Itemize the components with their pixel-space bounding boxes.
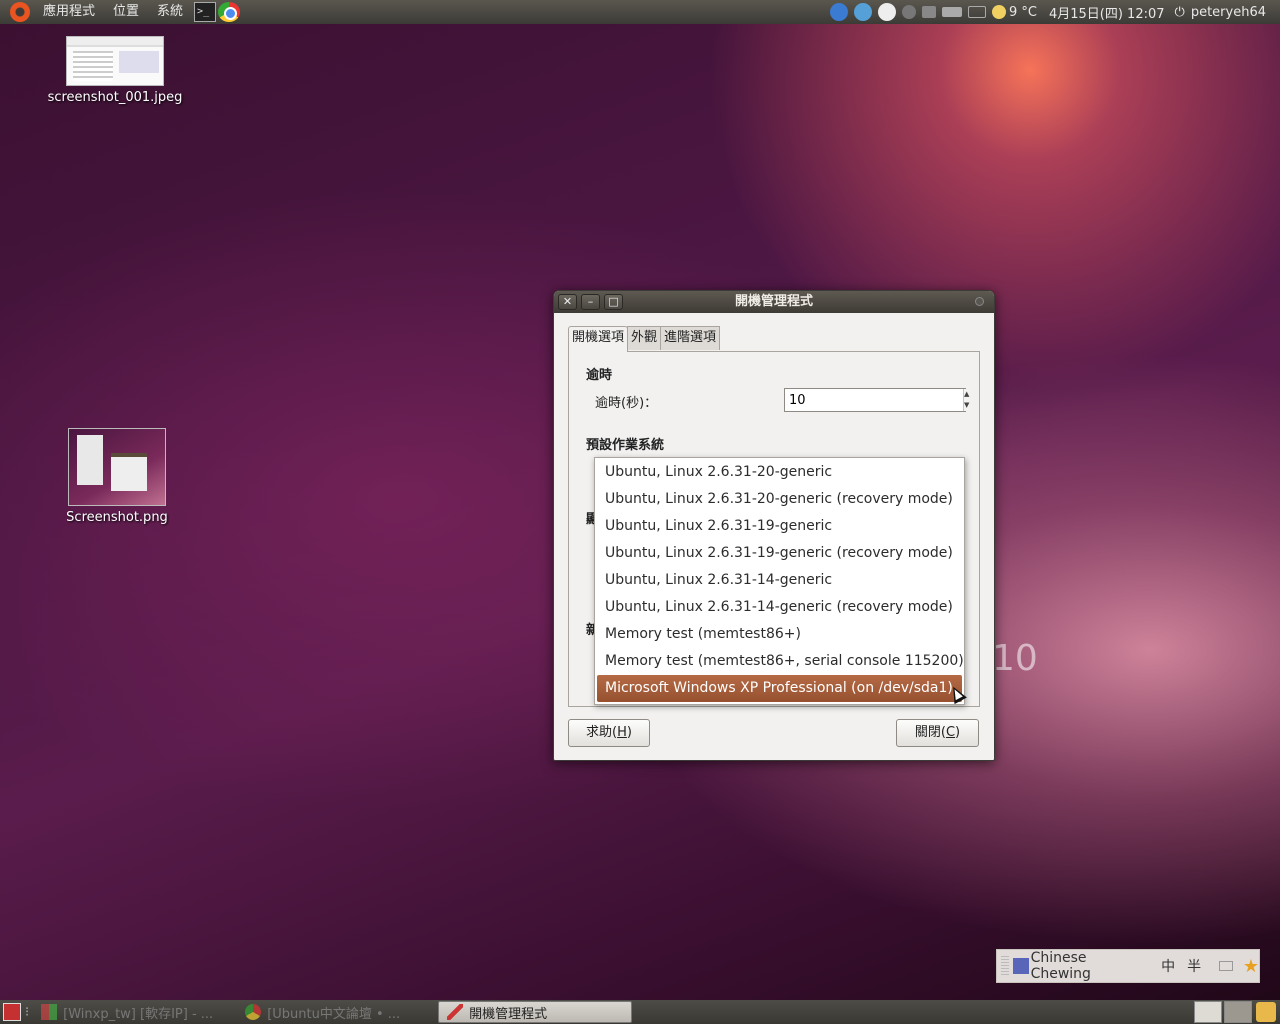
tab-boot-options[interactable]: 開機選項 xyxy=(568,326,629,352)
clock[interactable]: 4月15日(四) 12:07 xyxy=(1043,3,1171,22)
image-thumbnail-icon xyxy=(66,36,164,86)
menu-system[interactable]: 系統 xyxy=(148,0,192,24)
spin-buttons: ▲ ▼ xyxy=(963,389,970,411)
tab-bar: 開機選項 外觀 進階選項 xyxy=(568,326,721,352)
power-icon[interactable] xyxy=(901,5,916,19)
power-user-icon[interactable]: ⏻ xyxy=(1171,5,1185,20)
trash-icon[interactable] xyxy=(1256,1002,1276,1022)
ime-width[interactable]: 半 xyxy=(1187,956,1201,976)
taskbar-item[interactable]: [Winxp_tw] [軟存IP] - ... xyxy=(33,1001,221,1023)
top-panel-left: 應用程式 位置 系統 >_ xyxy=(0,0,241,24)
dropdown-option[interactable]: Memory test (memtest86+, serial console … xyxy=(595,648,964,675)
mail-icon[interactable] xyxy=(967,6,986,18)
menu-applications[interactable]: 應用程式 xyxy=(34,0,104,24)
ubuntu-logo-icon[interactable] xyxy=(10,2,30,22)
help-button[interactable]: 求助(H) xyxy=(568,719,650,747)
terminal-launcher-icon[interactable]: >_ xyxy=(194,2,217,22)
window-menu-icon[interactable] xyxy=(975,297,984,306)
menu-places[interactable]: 位置 xyxy=(104,0,148,24)
tab-appearance[interactable]: 外觀 xyxy=(627,326,662,350)
chrome-launcher-icon[interactable] xyxy=(218,2,241,22)
taskbar-item-label: [Ubuntu中文論壇 • ... xyxy=(267,1006,401,1022)
weather-temperature[interactable]: 9 °C xyxy=(1009,5,1043,20)
image-thumbnail-icon xyxy=(68,428,166,506)
close-button-suffix: ) xyxy=(955,725,961,740)
ime-name[interactable]: Chinese Chewing xyxy=(1031,950,1150,982)
help-button-label: 求助( xyxy=(586,725,618,740)
dropdown-option[interactable]: Ubuntu, Linux 2.6.31-14-generic (recover… xyxy=(595,594,964,621)
tab-advanced[interactable]: 進階選項 xyxy=(660,326,721,350)
clock-applet-icon[interactable] xyxy=(877,3,896,21)
bluetooth-icon[interactable] xyxy=(853,3,872,21)
taskbar-item-label: [Winxp_tw] [軟存IP] - ... xyxy=(63,1006,214,1022)
volume-icon[interactable] xyxy=(921,6,936,18)
help-mnemonic: H xyxy=(617,725,627,740)
close-window-button[interactable]: ✕ xyxy=(558,294,577,310)
dropdown-option[interactable]: Ubuntu, Linux 2.6.31-19-generic xyxy=(595,513,964,540)
timeout-label: 逾時(秒)： xyxy=(595,396,658,411)
top-panel: 應用程式 位置 系統 >_ 9 °C 4月15日(四) 12:07 ⏻ pete… xyxy=(0,0,1280,24)
taskbar-item-active[interactable]: 開機管理程式 xyxy=(438,1001,633,1023)
wallpaper-version-text: 10 xyxy=(992,638,1038,679)
close-button-label: 關閉( xyxy=(914,725,946,740)
default-os-section-heading: 預設作業系統 xyxy=(586,438,665,453)
timeout-spinbutton[interactable]: ▲ ▼ xyxy=(784,388,970,412)
ime-mode[interactable]: 中 xyxy=(1161,956,1175,976)
spin-down-icon[interactable]: ▼ xyxy=(964,400,969,411)
dropdown-option[interactable]: Ubuntu, Linux 2.6.31-14-generic xyxy=(595,567,964,594)
maximize-window-button[interactable]: □ xyxy=(604,294,623,310)
workspace-1[interactable] xyxy=(1194,1001,1222,1023)
desktop-icon-label: screenshot_001.jpeg xyxy=(47,90,183,105)
startup-manager-icon xyxy=(447,1004,464,1020)
bottom-panel: ⁝ [Winxp_tw] [軟存IP] - ... [Ubuntu中文論壇 • … xyxy=(0,1000,1280,1024)
star-icon[interactable]: ★ xyxy=(1243,956,1259,977)
taskbar-item[interactable]: [Ubuntu中文論壇 • ... xyxy=(237,1001,408,1023)
workspace-2[interactable] xyxy=(1224,1001,1252,1023)
dropdown-option[interactable]: Ubuntu, Linux 2.6.31-20-generic xyxy=(595,459,964,486)
titlebar[interactable]: ✕ – □ 開機管理程式 xyxy=(554,291,994,313)
help-button-suffix: ) xyxy=(626,725,632,740)
network-globe-icon[interactable] xyxy=(829,3,848,21)
weather-icon[interactable] xyxy=(991,5,1006,19)
keyboard-icon[interactable] xyxy=(1219,961,1233,971)
ime-toolbar: Chinese Chewing 中 半 ★ xyxy=(996,949,1260,983)
dropdown-option[interactable]: Ubuntu, Linux 2.6.31-20-generic (recover… xyxy=(595,486,964,513)
default-os-dropdown-list: Ubuntu, Linux 2.6.31-20-generic Ubuntu, … xyxy=(594,457,965,705)
handle-icon: ⁝ xyxy=(25,1004,30,1020)
taskbar-item-label: 開機管理程式 xyxy=(469,1006,548,1022)
network-icon[interactable] xyxy=(941,7,962,17)
windows-logo-icon xyxy=(41,1004,58,1020)
desktop-icon-screenshot-png[interactable]: Screenshot.png xyxy=(42,428,192,525)
show-desktop-icon[interactable] xyxy=(3,1003,21,1021)
dropdown-option[interactable]: Memory test (memtest86+) xyxy=(595,621,964,648)
dropdown-option-selected[interactable]: Microsoft Windows XP Professional (on /d… xyxy=(597,675,962,702)
user-name[interactable]: peteryeh64 xyxy=(1185,5,1272,20)
close-mnemonic: C xyxy=(945,725,956,740)
drag-handle-icon[interactable] xyxy=(1001,956,1009,976)
dropdown-option[interactable]: Ubuntu, Linux 2.6.31-19-generic (recover… xyxy=(595,540,964,567)
chrome-icon xyxy=(245,1004,262,1020)
desktop-icon-screenshot-jpeg[interactable]: screenshot_001.jpeg xyxy=(40,36,190,105)
top-panel-right: 9 °C 4月15日(四) 12:07 ⏻ peteryeh64 xyxy=(827,0,1280,24)
spin-up-icon[interactable]: ▲ xyxy=(964,389,969,400)
close-button[interactable]: 關閉(C) xyxy=(896,719,979,747)
timeout-input[interactable] xyxy=(785,389,963,411)
input-method-icon[interactable] xyxy=(1012,958,1029,974)
timeout-section-heading: 逾時 xyxy=(586,368,613,383)
desktop-icon-label: Screenshot.png xyxy=(66,510,168,525)
minimize-window-button[interactable]: – xyxy=(581,294,600,310)
